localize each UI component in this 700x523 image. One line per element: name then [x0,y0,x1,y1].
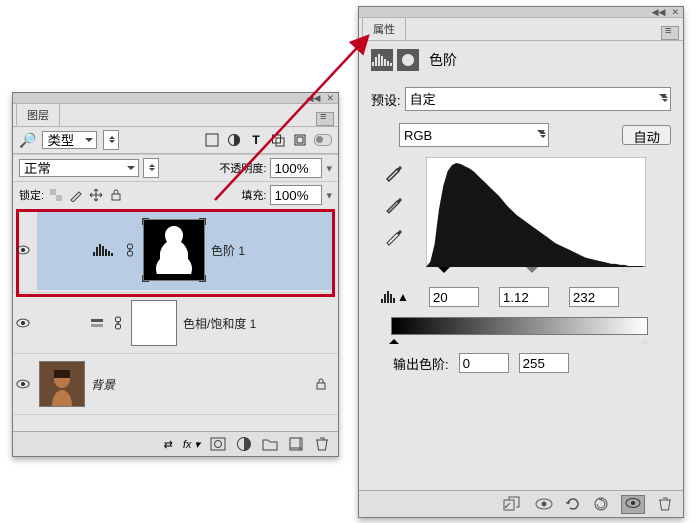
lock-label: 锁定: [19,187,44,203]
layer-row-background[interactable]: 背景 [13,354,338,415]
visibility-icon[interactable] [16,243,30,257]
close-icon[interactable]: ✕ [326,93,334,104]
filter-smart-icon[interactable] [292,132,308,148]
filter-adjust-icon[interactable] [226,132,242,148]
layer-filter-bar: 🔎 类型 T [13,127,338,154]
gray-point-eyedropper-icon[interactable] [383,193,405,215]
lock-fill-row: 锁定: 填充: ▾ [13,181,338,208]
blend-opacity-row: 正常 不透明度: ▾ [13,154,338,181]
input-slider-track[interactable] [426,267,646,281]
opacity-input[interactable] [270,158,322,178]
lock-all-icon[interactable] [108,187,124,203]
filter-shape-icon[interactable] [270,132,286,148]
layer-image-thumb[interactable] [39,361,85,407]
collapse-left-icon[interactable]: ◀◀ [652,7,666,18]
lock-icon[interactable] [314,377,328,391]
tab-layers[interactable]: 图层 [16,103,60,126]
collapse-left-icon[interactable]: ◀◀ [307,93,321,104]
view-all-icon[interactable] [621,495,645,514]
input-white-field[interactable] [569,287,619,307]
layer-list: 色阶 1 色相/饱和度 1 背景 [13,208,338,431]
auto-button[interactable]: 自动 [622,125,671,145]
huesat-adjustment-icon [89,315,105,331]
reset-previous-icon[interactable] [565,496,581,512]
output-label: 输出色阶: [393,354,449,373]
filter-kind-select[interactable]: 类型 [42,131,97,149]
link-layers-icon[interactable]: ⇄ [164,438,173,451]
black-point-slider[interactable] [438,267,450,279]
white-point-slider[interactable] [620,267,632,279]
tab-properties[interactable]: 属性 [362,17,406,40]
new-group-icon[interactable] [262,436,278,452]
lock-pixels-icon[interactable] [68,187,84,203]
layer-row-levels[interactable]: 色阶 1 [13,208,338,293]
layer-mask-thumb[interactable] [143,219,205,281]
histogram [426,157,646,267]
white-point-eyedropper-icon[interactable] [383,225,405,247]
new-adjustment-icon[interactable] [236,436,252,452]
link-mask-icon[interactable] [111,316,125,330]
properties-panel: ◀◀ ✕ 属性 色阶 预设: 自定 RGB [358,6,684,518]
preset-label: 预设: [371,90,401,109]
layer-name[interactable]: 色阶 1 [211,242,332,259]
add-mask-icon[interactable] [210,436,226,452]
channel-select[interactable]: RGB [399,123,549,147]
search-icon[interactable]: 🔎 [19,132,36,149]
adjustment-title: 色阶 [429,50,457,70]
preset-select[interactable]: 自定 [405,87,671,111]
close-icon[interactable]: ✕ [671,7,679,18]
black-point-eyedropper-icon[interactable] [383,161,405,183]
filter-toggle[interactable] [314,134,332,146]
opacity-flyout-icon[interactable]: ▾ [326,162,332,175]
layer-name[interactable]: 色相/饱和度 1 [183,315,332,332]
mask-mode-icon[interactable] [397,49,419,71]
delete-layer-icon[interactable] [314,436,330,452]
lock-position-icon[interactable] [88,187,104,203]
reset-default-icon[interactable] [593,496,609,512]
levels-adjustment-icon [371,49,393,71]
output-white-slider[interactable] [640,334,650,344]
layer-name[interactable]: 背景 [91,376,308,393]
panel-menu-icon[interactable] [316,112,334,126]
warning-icon: ▲ [397,290,409,304]
layer-row-huesat[interactable]: 色相/饱和度 1 [13,293,338,354]
output-white-field[interactable] [519,353,569,373]
layers-footer: ⇄ fx ▾ [13,431,338,456]
levels-mini-icon [381,291,395,303]
properties-footer [359,490,683,517]
fill-label: 填充: [241,187,266,203]
levels-adjustment-icon [93,244,113,256]
new-layer-icon[interactable] [288,436,304,452]
panel-collapse-bar[interactable]: ◀◀ ✕ [13,93,338,104]
filter-pixel-icon[interactable] [204,132,220,148]
panel-menu-icon[interactable] [661,26,679,40]
layer-fx-icon[interactable]: fx ▾ [183,438,200,451]
layers-panel: ◀◀ ✕ 图层 🔎 类型 T 正常 [12,92,339,457]
visibility-icon[interactable] [16,316,30,330]
input-black-field[interactable] [429,287,479,307]
gamma-slider[interactable] [526,267,538,279]
clip-to-layer-icon[interactable] [503,496,523,512]
fill-input[interactable] [270,185,322,205]
toggle-visibility-icon[interactable] [535,496,553,512]
blend-mode-select[interactable]: 正常 [19,159,139,177]
output-gradient[interactable] [391,317,648,335]
layer-mask-thumb[interactable] [131,300,177,346]
visibility-icon[interactable] [16,377,30,391]
delete-adjustment-icon[interactable] [657,496,673,512]
link-mask-icon[interactable] [123,243,137,257]
output-black-slider[interactable] [389,334,399,344]
lock-transparent-icon[interactable] [48,187,64,203]
opacity-label: 不透明度: [219,160,266,176]
fill-flyout-icon[interactable]: ▾ [326,189,332,202]
panel-collapse-bar[interactable]: ◀◀ ✕ [359,7,683,18]
filter-type-icon[interactable]: T [248,132,264,148]
input-gamma-field[interactable] [499,287,549,307]
output-black-field[interactable] [459,353,509,373]
